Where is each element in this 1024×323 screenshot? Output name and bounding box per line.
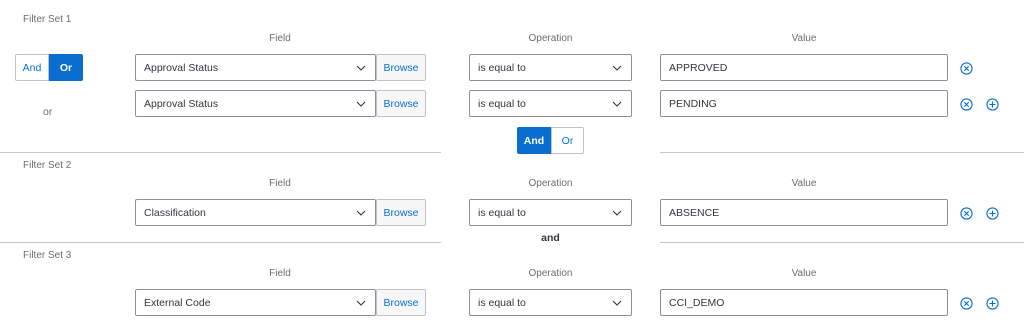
set-divider [660, 152, 1024, 153]
set-divider [660, 242, 1024, 243]
chevron-down-icon [347, 199, 375, 226]
add-icon[interactable] [984, 96, 1000, 112]
row-conjunction-label: or [43, 106, 53, 118]
operation-column-header: Operation [528, 33, 573, 44]
remove-icon[interactable] [958, 60, 974, 76]
operation-column-header: Operation [528, 178, 573, 189]
operation-select-value: is equal to [478, 61, 526, 74]
field-select-value: External Code [144, 296, 211, 309]
field-select[interactable]: External Code [135, 289, 376, 316]
chevron-down-icon [347, 90, 375, 117]
field-column-header: Field [269, 33, 291, 44]
add-icon[interactable] [984, 205, 1000, 221]
field-select-value: Approval Status [144, 97, 219, 110]
field-select[interactable]: Classification [135, 199, 376, 226]
browse-button[interactable]: Browse [376, 90, 426, 117]
operation-column-header: Operation [528, 268, 573, 279]
chevron-down-icon [603, 289, 631, 316]
chevron-down-icon [603, 199, 631, 226]
field-select[interactable]: Approval Status [135, 54, 376, 81]
value-column-header: Value [791, 268, 817, 279]
filter-set-1-title: Filter Set 1 [23, 14, 72, 25]
browse-button[interactable]: Browse [376, 289, 426, 316]
field-column-header: Field [269, 268, 291, 279]
operation-select-value: is equal to [478, 296, 526, 309]
field-select[interactable]: Approval Status [135, 90, 376, 117]
or-option[interactable]: Or [551, 127, 584, 154]
value-input[interactable]: CCI_DEMO [660, 289, 948, 316]
set-divider [0, 242, 441, 243]
remove-icon[interactable] [958, 205, 974, 221]
and-option[interactable]: And [517, 127, 551, 154]
chevron-down-icon [347, 54, 375, 81]
chevron-down-icon [347, 289, 375, 316]
operation-select-value: is equal to [478, 206, 526, 219]
browse-button[interactable]: Browse [376, 199, 426, 226]
value-column-header: Value [791, 33, 817, 44]
field-column-header: Field [269, 178, 291, 189]
operation-select[interactable]: is equal to [469, 289, 632, 316]
chevron-down-icon [603, 90, 631, 117]
remove-icon[interactable] [958, 96, 974, 112]
operation-select[interactable]: is equal to [469, 90, 632, 117]
field-select-value: Classification [144, 206, 206, 219]
value-column-header: Value [791, 178, 817, 189]
browse-button[interactable]: Browse [376, 54, 426, 81]
or-option[interactable]: Or [49, 54, 83, 81]
set-divider [0, 152, 441, 153]
value-input[interactable]: APPROVED [660, 54, 948, 81]
operation-select-value: is equal to [478, 97, 526, 110]
operation-select[interactable]: is equal to [469, 199, 632, 226]
chevron-down-icon [603, 54, 631, 81]
filter-set-2-title: Filter Set 2 [23, 160, 72, 171]
value-input[interactable]: PENDING [660, 90, 948, 117]
set-conjunction-toggle[interactable]: And Or [517, 127, 584, 154]
filter-set-3-title: Filter Set 3 [23, 250, 72, 261]
add-icon[interactable] [984, 295, 1000, 311]
remove-icon[interactable] [958, 295, 974, 311]
field-select-value: Approval Status [144, 61, 219, 74]
and-option[interactable]: And [15, 54, 49, 81]
set-1-logic-toggle[interactable]: And Or [15, 54, 83, 81]
operation-select[interactable]: is equal to [469, 54, 632, 81]
set-conjunction-label: and [541, 232, 560, 244]
value-input[interactable]: ABSENCE [660, 199, 948, 226]
